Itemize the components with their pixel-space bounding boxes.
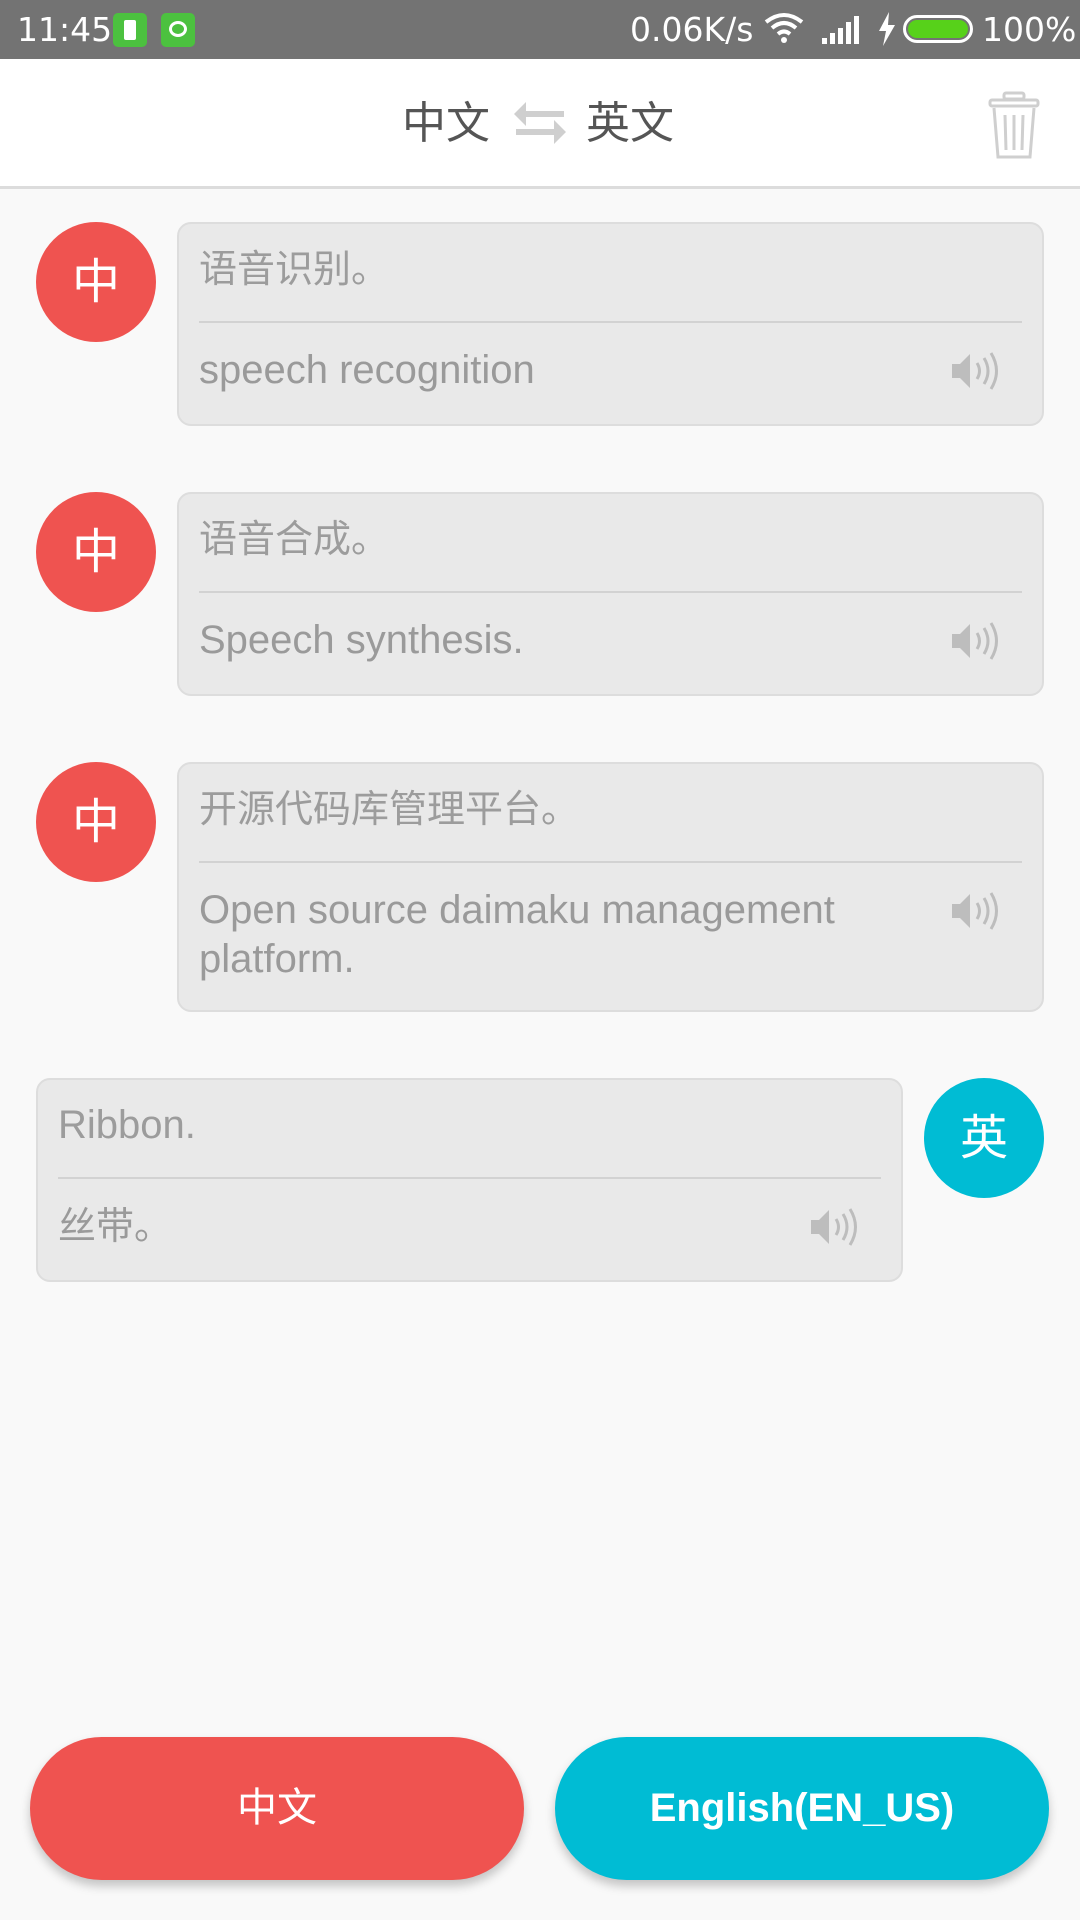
signal-icon — [822, 14, 864, 48]
source-text: 开源代码库管理平台。 — [199, 787, 580, 831]
chinese-speaker-avatar: 中 — [36, 492, 156, 612]
charging-icon — [877, 12, 897, 50]
source-language-label[interactable]: 中文 — [402, 99, 490, 149]
chinese-record-button[interactable]: 中文 — [30, 1737, 524, 1880]
source-text: 语音识别。 — [199, 247, 390, 291]
chinese-speaker-avatar: 中 — [36, 762, 156, 882]
battery-icon — [903, 15, 973, 43]
chinese-speaker-avatar: 中 — [36, 222, 156, 342]
battery-percent: 100% — [982, 10, 1077, 49]
card-divider — [199, 591, 1022, 593]
android-app-icon — [161, 13, 195, 47]
trash-icon[interactable] — [988, 91, 1040, 165]
english-speaker-avatar: 英 — [924, 1078, 1044, 1198]
card-divider — [199, 321, 1022, 323]
status-time: 11:45 — [17, 10, 113, 49]
translation-card: 语音合成。 Speech synthesis. — [177, 492, 1044, 696]
speaker-icon[interactable] — [950, 350, 1006, 396]
translation-card: 语音识别。 speech recognition — [177, 222, 1044, 426]
card-divider — [199, 861, 1022, 863]
source-text: 语音合成。 — [199, 517, 390, 561]
translated-text: Open source daimaku management platform. — [199, 888, 835, 981]
translation-card: Ribbon. 丝带。 — [36, 1078, 903, 1282]
translation-card: 开源代码库管理平台。 Open source daimaku managemen… — [177, 762, 1044, 1012]
app-header: 中文 英文 — [0, 59, 1080, 189]
status-bar: 11:45 0.06K/s 100% — [0, 0, 1080, 59]
translated-text: 丝带。 — [58, 1204, 173, 1248]
speaker-icon[interactable] — [950, 620, 1006, 666]
target-language-label[interactable]: 英文 — [586, 99, 674, 149]
speaker-icon[interactable] — [809, 1206, 865, 1252]
translated-text: Speech synthesis. — [199, 618, 524, 662]
battery-app-icon — [113, 13, 147, 47]
source-text: Ribbon. — [58, 1103, 196, 1147]
translated-text: speech recognition — [199, 348, 535, 392]
swap-arrows-icon[interactable] — [514, 101, 566, 151]
card-divider — [58, 1177, 881, 1179]
speaker-icon[interactable] — [950, 890, 1006, 936]
wifi-icon — [764, 12, 804, 48]
english-record-button[interactable]: English(EN_US) — [555, 1737, 1049, 1880]
network-speed: 0.06K/s — [630, 10, 754, 49]
